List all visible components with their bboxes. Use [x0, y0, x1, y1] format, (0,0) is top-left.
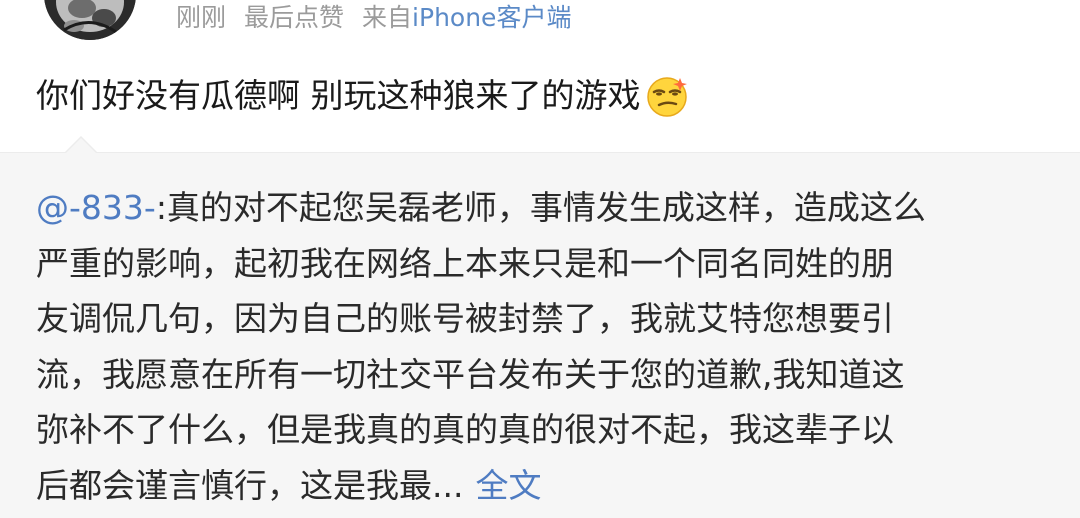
source-device-link[interactable]: iPhone	[412, 3, 496, 32]
quote-line: 后都会谨言慎行，这是我最... 全文	[36, 458, 926, 514]
quote-line: 友调侃几句，因为自己的账号被封禁了，我就艾特您想要引	[36, 299, 894, 338]
post-text: 你们好没有瓜德啊 别玩这种狼来了的游戏	[36, 76, 641, 115]
quote-line-text: 后都会谨言慎行，这是我最...	[36, 465, 464, 505]
avatar-image	[44, 0, 136, 40]
quote-line: 弥补不了什么，但是我真的真的真的很对不起，我这辈子以	[36, 410, 894, 449]
user-mention-link[interactable]: @-833-	[36, 188, 156, 227]
full-text-link[interactable]: 全文	[475, 466, 541, 505]
post-meta: 刚刚 最后点赞 来自iPhone客户端	[176, 0, 571, 36]
quote-line: 严重的影响，起初我在网络上本来只是和一个同名同姓的朋	[36, 243, 894, 283]
quote-line-text: :真的对不起您吴磊老师，事情发生成这样，造成这么	[155, 188, 926, 227]
avatar[interactable]	[44, 0, 136, 40]
quoted-post-text: @-833-:真的对不起您吴磊老师，事情发生成这样，造成这么 严重的影响，起初我…	[36, 180, 926, 513]
source-client-link[interactable]: 客户端	[496, 3, 571, 32]
post-time: 刚刚	[176, 3, 227, 32]
smug-face-emoji-icon	[645, 74, 689, 118]
source-prefix: 来自	[362, 3, 413, 32]
post-content: 你们好没有瓜德啊 别玩这种狼来了的游戏	[36, 66, 689, 126]
last-like-label: 最后点赞	[244, 3, 345, 32]
quote-line: @-833-:真的对不起您吴磊老师，事情发生成这样，造成这么	[36, 180, 926, 236]
quote-line: 流，我愿意在所有一切社交平台发布关于您的道歉,我知道这	[36, 354, 905, 394]
